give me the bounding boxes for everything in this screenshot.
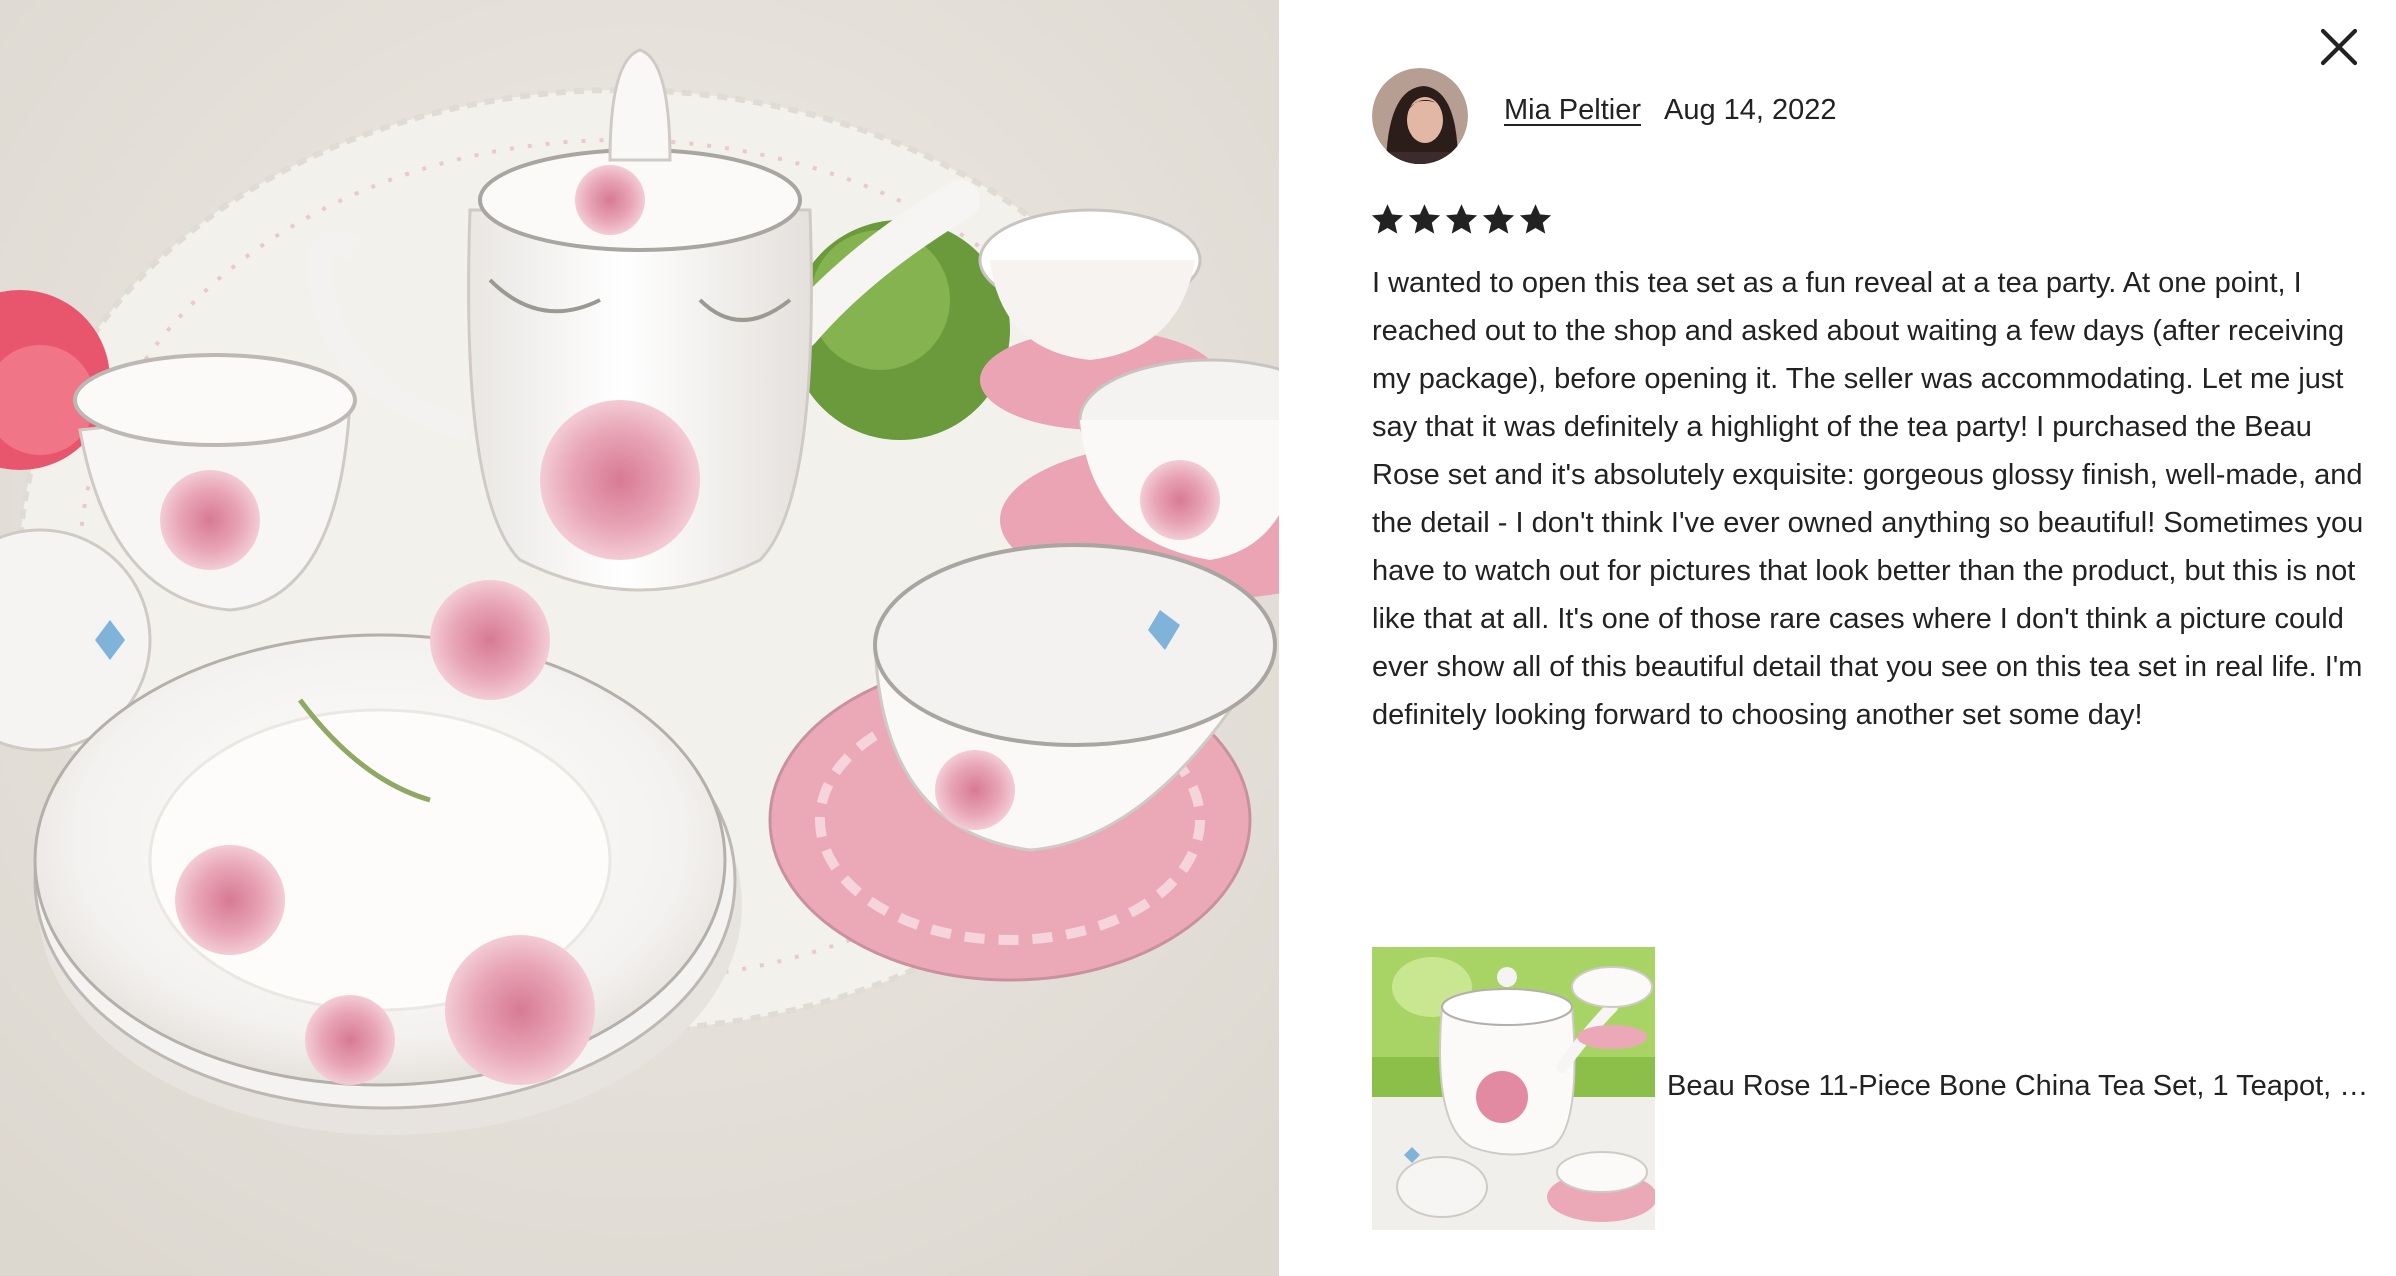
tea-set-photo: [0, 0, 1279, 1276]
star-icon: [1371, 204, 1404, 234]
star-icon: [1519, 204, 1552, 234]
review-text: I wanted to open this tea set as a fun r…: [1372, 267, 2364, 731]
tea-set-thumbnail-icon: [1372, 947, 1655, 1230]
star-rating: [1370, 202, 1553, 237]
listing-thumbnail[interactable]: [1372, 947, 1655, 1230]
star-icon: [1445, 204, 1478, 234]
reviewer-name-link[interactable]: Mia Peltier: [1504, 94, 1641, 127]
close-button[interactable]: [2316, 24, 2362, 70]
review-photo: [0, 0, 1279, 1276]
listing-title-link[interactable]: Beau Rose 11-Piece Bone China Tea Set, 1…: [1667, 1070, 2372, 1103]
star-icon: [1408, 204, 1441, 234]
star-icon: [1482, 204, 1515, 234]
review-date: Aug 14, 2022: [1664, 94, 1837, 126]
reviewer-avatar: [1372, 68, 1468, 164]
close-icon[interactable]: [2316, 24, 2362, 70]
